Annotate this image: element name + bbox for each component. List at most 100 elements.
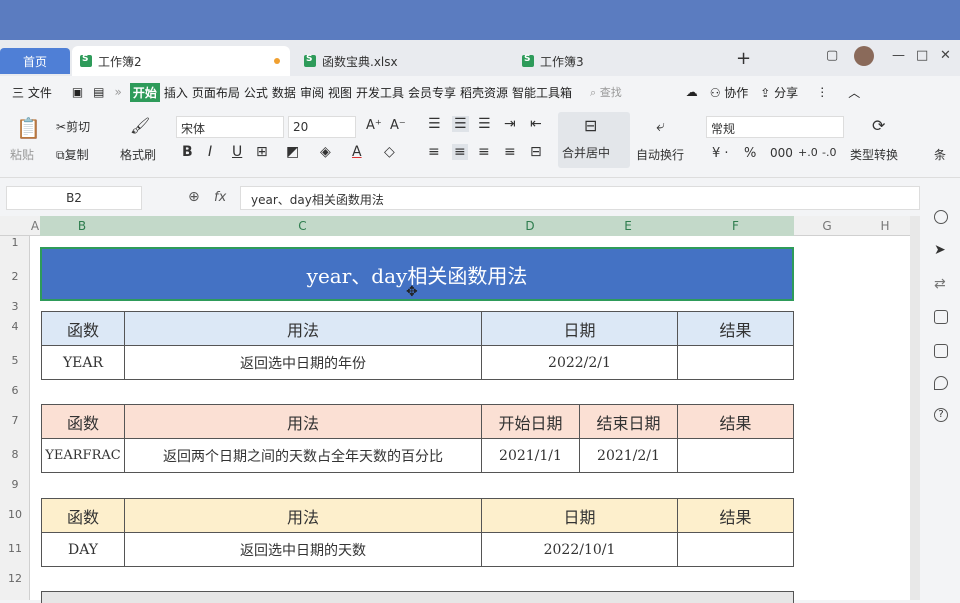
align-right-icon[interactable]: ≡: [478, 144, 490, 160]
italic-button[interactable]: I: [208, 144, 212, 160]
thousands-icon[interactable]: 000: [770, 146, 793, 160]
align-center-icon[interactable]: ≡: [452, 144, 468, 160]
fx-icon[interactable]: fx: [214, 190, 226, 205]
justify-icon[interactable]: ≡: [504, 144, 516, 160]
collab-button[interactable]: ⚇ 协作: [710, 84, 749, 101]
column-header-c[interactable]: C: [124, 216, 481, 236]
column-header-a[interactable]: A: [30, 216, 40, 236]
save-icon[interactable]: ▣: [72, 85, 83, 99]
row-header-7[interactable]: 7: [0, 414, 30, 427]
tab-function-dictionary[interactable]: 函数宝典.xlsx: [296, 46, 496, 76]
file-menu[interactable]: 三 文件: [12, 84, 52, 101]
more-icon[interactable]: »: [115, 85, 122, 99]
help-icon[interactable]: ?: [934, 408, 948, 422]
bold-button[interactable]: B: [182, 144, 193, 160]
type-convert-button[interactable]: 类型转换: [850, 146, 898, 163]
adjust-icon[interactable]: ⇄: [934, 276, 948, 292]
increase-decimal-icon[interactable]: +.0: [798, 146, 818, 159]
percent-icon[interactable]: %: [744, 146, 756, 161]
t2-header-func[interactable]: 函数: [41, 404, 125, 439]
t3-header-usage[interactable]: 用法: [124, 498, 482, 533]
convert-icon[interactable]: ⟳: [872, 116, 885, 135]
t1-cell-result[interactable]: [677, 345, 794, 380]
menu-review[interactable]: 审阅: [300, 84, 324, 101]
row-header-3[interactable]: 3: [0, 300, 30, 313]
row-header-10[interactable]: 10: [0, 508, 30, 521]
menu-data[interactable]: 数据: [272, 84, 296, 101]
menu-formula[interactable]: 公式: [244, 84, 268, 101]
tab-home[interactable]: 首页: [0, 48, 70, 74]
paste-icon[interactable]: 📋: [16, 116, 41, 140]
column-header-e[interactable]: E: [579, 216, 677, 236]
tab-workbook3[interactable]: 工作簿3: [514, 46, 714, 76]
underline-button[interactable]: U: [232, 144, 242, 160]
wrap-text-button[interactable]: 自动换行: [636, 146, 684, 163]
t2-cell-func[interactable]: YEARFRAC: [41, 438, 125, 473]
row-header-12[interactable]: 12: [0, 572, 30, 585]
font-color-icon[interactable]: A: [352, 144, 362, 160]
row-header-5[interactable]: 5: [0, 354, 30, 367]
row-header-6[interactable]: 6: [0, 384, 30, 397]
decrease-font-icon[interactable]: A⁻: [390, 118, 406, 133]
menu-docer[interactable]: 稻壳资源: [460, 84, 508, 101]
image-icon[interactable]: [934, 344, 948, 358]
vertical-scrollbar[interactable]: [910, 216, 920, 600]
t3-header-date[interactable]: 日期: [481, 498, 678, 533]
t3-cell-date[interactable]: 2022/10/1: [481, 532, 678, 567]
share-button[interactable]: ⇪ 分享: [760, 84, 798, 101]
align-left-icon[interactable]: ≡: [428, 144, 440, 160]
row-header-1[interactable]: 1: [0, 236, 30, 249]
fill-icon[interactable]: ◩: [286, 144, 299, 160]
t3-header-func[interactable]: 函数: [41, 498, 125, 533]
t1-cell-func[interactable]: YEAR: [41, 345, 125, 380]
paste-button[interactable]: 粘贴: [10, 146, 34, 163]
t2-cell-end-date[interactable]: 2021/2/1: [579, 438, 678, 473]
row-header-11[interactable]: 11: [0, 542, 30, 555]
font-size-select[interactable]: 20: [288, 116, 356, 138]
column-header-f[interactable]: F: [677, 216, 794, 236]
layout-icon[interactable]: ▢: [826, 48, 838, 63]
collapse-ribbon-icon[interactable]: ︿: [848, 84, 860, 101]
font-family-select[interactable]: 宋体: [176, 116, 284, 138]
conditional-format-button[interactable]: 条: [934, 146, 946, 163]
location-icon[interactable]: [934, 376, 948, 390]
pointer-icon[interactable]: ➤: [934, 242, 948, 258]
minimize-button[interactable]: —: [892, 48, 905, 63]
t2-cell-start-date[interactable]: 2021/1/1: [481, 438, 580, 473]
maximize-button[interactable]: □: [916, 48, 928, 63]
menu-page-layout[interactable]: 页面布局: [192, 84, 240, 101]
t2-header-end-date[interactable]: 结束日期: [579, 404, 678, 439]
menu-insert[interactable]: 插入: [164, 84, 188, 101]
menu-smart-tools[interactable]: 智能工具箱: [512, 84, 572, 101]
copy-button[interactable]: ⧉复制: [56, 146, 89, 163]
name-box[interactable]: B2: [6, 186, 142, 210]
t2-header-start-date[interactable]: 开始日期: [481, 404, 580, 439]
more-options-icon[interactable]: ⋮: [816, 85, 828, 99]
note-icon[interactable]: [934, 310, 948, 324]
row-header-9[interactable]: 9: [0, 478, 30, 491]
increase-font-icon[interactable]: A⁺: [366, 118, 382, 133]
export-icon[interactable]: ▤: [93, 85, 104, 99]
close-button[interactable]: ✕: [940, 48, 951, 63]
style-icon[interactable]: [934, 210, 948, 224]
new-tab-button[interactable]: +: [736, 48, 751, 69]
fill-color-icon[interactable]: ◈: [320, 144, 331, 160]
decrease-decimal-icon[interactable]: -.0: [822, 146, 836, 159]
menu-start[interactable]: 开始: [129, 82, 160, 102]
row-header-8[interactable]: 8: [0, 448, 30, 461]
column-header-d[interactable]: D: [481, 216, 579, 236]
t3-cell-func[interactable]: DAY: [41, 532, 125, 567]
t2-header-result[interactable]: 结果: [677, 404, 794, 439]
search-box[interactable]: ⌕ 查找: [590, 84, 622, 100]
t1-cell-usage[interactable]: 返回选中日期的年份: [124, 345, 482, 380]
indent-icon[interactable]: ⇥: [504, 116, 516, 132]
format-painter-button[interactable]: 格式刷: [120, 146, 156, 163]
column-header-g[interactable]: G: [794, 216, 860, 236]
t1-header-usage[interactable]: 用法: [124, 311, 482, 346]
t2-cell-usage[interactable]: 返回两个日期之间的天数占全年天数的百分比: [124, 438, 482, 473]
wrap-icon[interactable]: ⤶: [656, 116, 665, 136]
t2-cell-result[interactable]: [677, 438, 794, 473]
zoom-icon[interactable]: ⊕: [188, 189, 200, 205]
outdent-icon[interactable]: ⇤: [530, 116, 542, 132]
t1-header-func[interactable]: 函数: [41, 311, 125, 346]
